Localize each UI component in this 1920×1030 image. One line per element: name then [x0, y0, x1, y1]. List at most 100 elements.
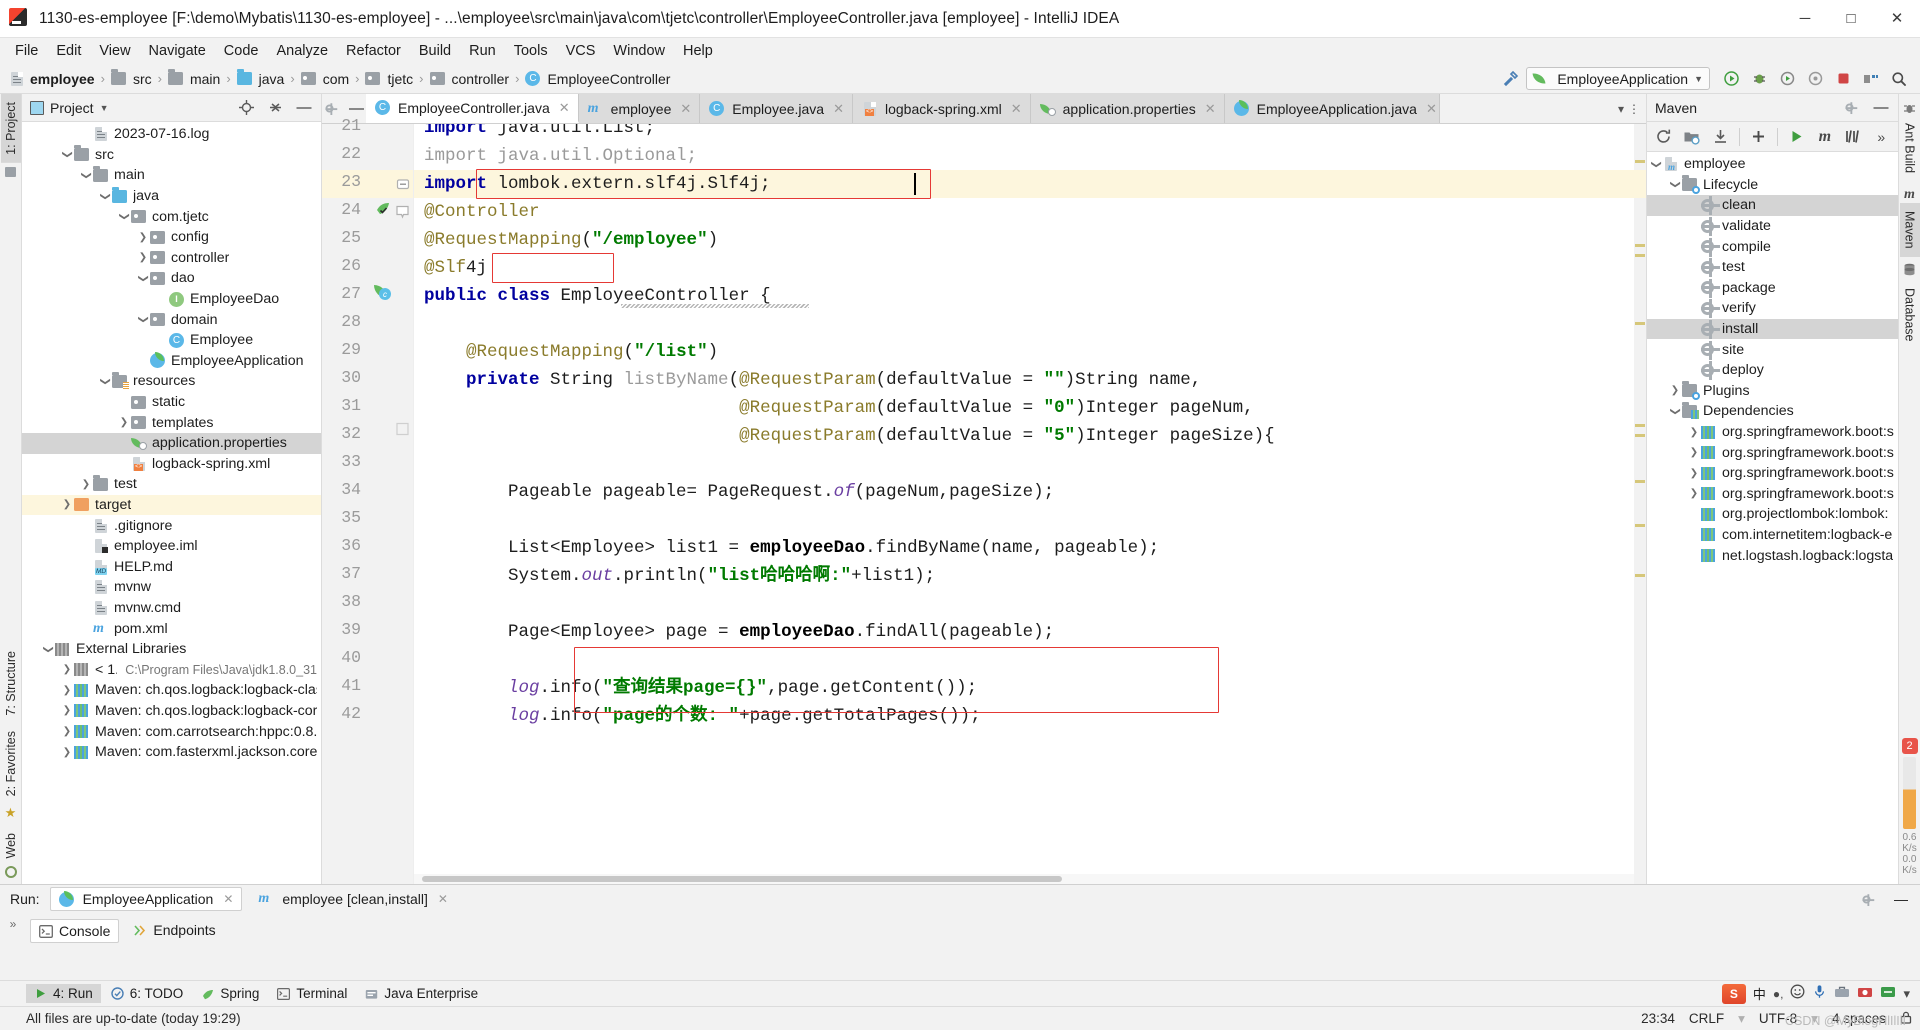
menu-item-navigate[interactable]: Navigate [140, 40, 215, 62]
line-number[interactable]: 41 [321, 676, 361, 695]
tree-node[interactable]: ❯ < 1.8 > C:\Program Files\Java\jdk1.8.0_3… [22, 659, 321, 680]
breadcrumb-item-employeecontroller[interactable]: C EmployeeController [520, 70, 675, 88]
tree-node[interactable]: EmployeeApplication [22, 351, 321, 372]
code-line[interactable]: @RequestParam(defaultValue = "5")Integer… [424, 422, 1275, 450]
build-hammer-icon[interactable] [1498, 66, 1524, 92]
code-line[interactable]: Page<Employee> page = employeeDao.findAl… [424, 618, 1054, 646]
menu-item-build[interactable]: Build [410, 40, 460, 62]
tree-node[interactable]: 2023-07-16.log [22, 124, 321, 145]
maven-tree-node[interactable]: ❯ org.springframework.boot:s [1647, 422, 1898, 443]
tree-node[interactable]: ❯ Maven: ch.qos.logback:logback-classic:1… [22, 680, 321, 701]
tool-window-button--todo[interactable]: 6: TODO [103, 984, 192, 1003]
maven-tree-node[interactable]: org.projectlombok:lombok: [1647, 504, 1898, 525]
tree-node[interactable]: ❯ java [22, 186, 321, 207]
memory-indicator[interactable] [1903, 757, 1916, 829]
tree-node[interactable]: C Employee [22, 330, 321, 351]
chevron-right-icon[interactable]: ❯ [1687, 488, 1701, 499]
search-everywhere-icon[interactable] [1886, 66, 1912, 92]
run-panel-settings-icon[interactable] [1856, 886, 1882, 912]
menu-item-run[interactable]: Run [460, 40, 505, 62]
tree-node[interactable]: ❯ Maven: com.fasterxml.jackson.core:jacks… [22, 742, 321, 763]
code-line[interactable]: log.info("查询结果page={}",page.getContent()… [424, 674, 977, 702]
line-number[interactable]: 38 [321, 592, 361, 611]
maven-tree-node[interactable]: site [1647, 339, 1898, 360]
menu-item-window[interactable]: Window [604, 40, 674, 62]
maven-settings-icon[interactable] [1839, 95, 1865, 121]
editor-tab[interactable]: application.properties ✕ [1030, 94, 1225, 123]
code-line[interactable]: private String listByName(@RequestParam(… [424, 366, 1201, 394]
chevron-down-icon[interactable]: ❯ [1670, 404, 1681, 418]
tool-window-maven[interactable]: Maven [1899, 203, 1920, 257]
tool-window-web[interactable]: Web [1, 825, 21, 866]
tree-node[interactable]: mvnw.cmd [22, 598, 321, 619]
tool-window-database[interactable]: Database [1900, 280, 1920, 350]
chevron-right-icon[interactable]: ❯ [60, 685, 74, 696]
code-line[interactable]: log.info("page的个数: "+page.getTotalPages(… [424, 702, 981, 730]
close-button[interactable]: ✕ [1874, 0, 1920, 38]
tree-node[interactable]: ❯ resources [22, 371, 321, 392]
maven-tree-node[interactable]: package [1647, 278, 1898, 299]
chevron-down-icon[interactable]: ❯ [1670, 178, 1681, 192]
maven-tree-node[interactable]: verify [1647, 298, 1898, 319]
chevron-right-icon[interactable]: ❯ [79, 479, 93, 490]
code-line[interactable]: @Controller [424, 198, 540, 226]
chevron-right-icon[interactable]: ❯ [1687, 447, 1701, 458]
tree-node[interactable]: .gitignore [22, 515, 321, 536]
menu-item-code[interactable]: Code [215, 40, 268, 62]
code-line[interactable]: @RequestMapping("/employee") [424, 226, 718, 254]
hide-run-panel-icon[interactable]: — [1888, 886, 1914, 912]
breadcrumb-item-src[interactable]: src [106, 69, 157, 88]
toolbox-icon[interactable] [1834, 984, 1850, 1003]
chevron-right-icon[interactable]: ❯ [60, 499, 74, 510]
menu-item-tools[interactable]: Tools [505, 40, 557, 62]
code-line[interactable]: List<Employee> list1 = employeeDao.findB… [424, 534, 1159, 562]
line-number[interactable]: 39 [321, 620, 361, 639]
tab-list-icon[interactable]: ▾ [1618, 102, 1624, 116]
breadcrumb-item-tjetc[interactable]: tjetc [360, 70, 418, 88]
chevron-down-icon[interactable]: ❯ [100, 189, 111, 203]
editor-tab[interactable]: C EmployeeController.java ✕ [366, 94, 579, 123]
maximize-button[interactable]: □ [1828, 0, 1874, 38]
breadcrumb-item-employee[interactable]: employee [4, 70, 100, 88]
line-number[interactable]: 28 [321, 312, 361, 331]
spring-bean-gutter-icon[interactable] [374, 200, 392, 222]
maven-tree-node[interactable]: install [1647, 318, 1898, 340]
code-line[interactable]: @RequestMapping("/list") [424, 338, 718, 366]
close-icon[interactable]: ✕ [1011, 101, 1022, 117]
editor-tab[interactable]: EmployeeApplication.java ✕ [1224, 94, 1440, 123]
run-configuration-selector[interactable]: EmployeeApplication ▼ [1526, 67, 1710, 90]
profile-button[interactable] [1802, 66, 1828, 92]
close-icon[interactable]: ✕ [680, 101, 691, 117]
line-number[interactable]: 37 [321, 564, 361, 583]
maven-tree-node[interactable]: ❯ Plugins [1647, 381, 1898, 402]
settings-tray-icon[interactable] [1880, 984, 1896, 1003]
chevron-right-icon[interactable]: ❯ [60, 747, 74, 758]
code-line[interactable]: import lombok.extern.slf4j.Slf4j; [424, 170, 771, 198]
maven-tree-node[interactable]: ❯ org.springframework.boot:s [1647, 463, 1898, 484]
tree-node[interactable]: ❯ config [22, 227, 321, 248]
line-number[interactable]: 32 [321, 424, 361, 443]
close-icon[interactable]: ✕ [1426, 101, 1437, 117]
line-number[interactable]: 26 [321, 256, 361, 275]
tool-window-ant-build[interactable]: Ant Build [1900, 115, 1920, 181]
chevron-right-icon[interactable]: ❯ [1668, 385, 1682, 396]
editor-hscrollbar[interactable] [414, 874, 1634, 884]
tree-node[interactable]: static [22, 392, 321, 413]
maven-tree-node[interactable]: ❯ m employee [1647, 154, 1898, 175]
tool-window-project[interactable]: 1: Project [0, 94, 21, 163]
maven-tree-node[interactable]: net.logstash.logback:logsta [1647, 545, 1898, 566]
tree-node[interactable]: ❯ com.tjetc [22, 206, 321, 227]
hide-panel-icon[interactable]: — [291, 95, 317, 121]
run-maven-goal-icon[interactable] [1784, 124, 1809, 150]
fold-method-icon[interactable] [396, 422, 409, 440]
tool-window-button-terminal[interactable]: Terminal [269, 984, 355, 1003]
line-number[interactable]: 27 [321, 284, 361, 303]
maven-tree[interactable]: ❯ m employee ❯ Lifecycle clean validate compile… [1647, 152, 1898, 884]
tree-node[interactable]: I EmployeeDao [22, 289, 321, 310]
spring-component-gutter-icon[interactable]: c [374, 284, 391, 305]
line-number[interactable]: 36 [321, 536, 361, 555]
code-line[interactable]: @RequestParam(defaultValue = "0")Integer… [424, 394, 1254, 422]
run-tab[interactable]: m employee [clean,install] ✕ [250, 888, 456, 910]
tree-node[interactable]: mvnw [22, 577, 321, 598]
tree-node[interactable]: ❯ templates [22, 412, 321, 433]
